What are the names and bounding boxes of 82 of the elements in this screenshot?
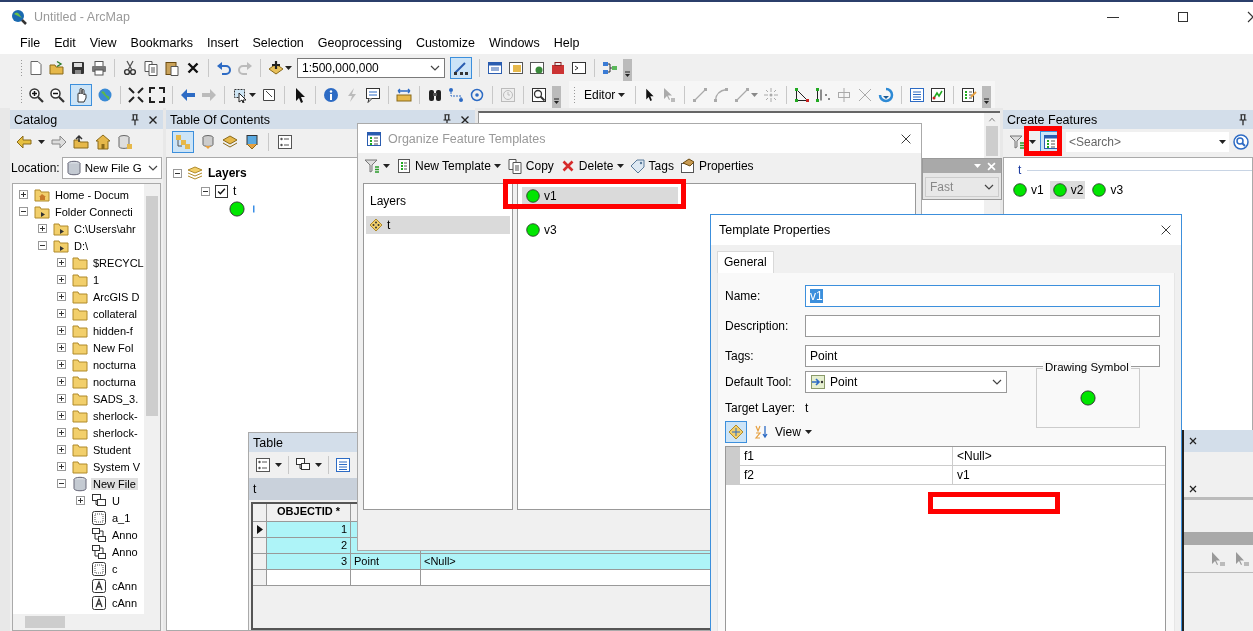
window-title: Template Properties [719,223,832,237]
pane-title: Catalog [14,112,59,127]
tree-item[interactable]: cAnn [110,579,140,592]
tree-item[interactable]: nocturna [91,358,138,371]
group-heading: t [1018,163,1022,177]
field-label: Target Layer: [725,401,797,415]
toolbar-button[interactable]: New Template [396,158,501,174]
attribute-value[interactable]: <Null> [957,449,992,463]
window-title: Table [253,435,283,450]
tree-item[interactable]: Student [91,443,133,456]
group-label: Drawing Symbol [1043,361,1131,373]
menu-item[interactable]: Geoprocessing [310,36,409,50]
tree-item[interactable]: sherlock- [91,426,140,439]
window-title: Organize Feature Templates [388,131,547,146]
field-label: Tags: [725,349,755,363]
tree-item[interactable]: Anno [110,545,140,558]
field-value: t [805,401,810,415]
tree-item[interactable]: sherlock- [91,409,140,422]
layer-group-name[interactable]: Layers [208,166,247,180]
attribute-name: f1 [743,448,755,465]
toolbar-button[interactable]: Tags [629,158,674,174]
toolbar-button[interactable]: Properties [679,158,754,174]
template-item[interactable]: v1 [1010,181,1046,199]
table-tab[interactable]: t [253,482,257,496]
template-item[interactable]: v2 [1049,181,1086,199]
toolbar-button[interactable]: Copy [506,158,554,174]
menu-item[interactable]: Help [546,36,587,50]
tree-item[interactable]: System V [91,460,143,473]
tree-item[interactable]: 1 [91,273,102,286]
tree-item[interactable]: c [110,562,120,575]
template-item[interactable]: v1 [522,187,678,204]
scale-field[interactable]: 1:500,000,000 [297,57,445,78]
location-field[interactable]: New File G [61,157,162,179]
column-header[interactable]: OBJECTID * [267,504,351,522]
template-item[interactable]: v3 [1089,181,1126,199]
location-label: Location: [11,161,60,175]
tree-item[interactable]: Anno [110,528,140,541]
menu-item[interactable]: Windows [481,36,547,50]
tree-item[interactable]: Home - Docum [53,188,131,201]
layer-name[interactable]: t [233,184,237,198]
menu-item[interactable]: Insert [200,36,246,50]
toolbar-button[interactable]: Delete [559,158,624,174]
tree-item[interactable]: D:\ [72,239,91,252]
menu-item[interactable]: File [13,36,48,50]
menu-item[interactable]: Edit [47,36,83,50]
tree-item[interactable]: hidden-f [91,324,135,337]
table-cell: Point [351,554,421,570]
table-cell: 1 [267,522,351,538]
view-menu[interactable]: View [775,425,812,439]
template-item[interactable]: v3 [522,221,678,238]
attribute-value[interactable]: v1 [957,468,970,482]
tree-item[interactable]: $RECYCL [91,256,146,269]
tree-item[interactable]: U [110,494,122,507]
layer-item[interactable]: t [366,216,510,234]
editor-menu[interactable]: Editor [581,87,629,102]
window-title: Untitled - ArcMap [34,10,131,24]
tree-item[interactable]: Folder Connecti [53,205,135,218]
tree-item[interactable]: New Fol [91,341,136,354]
tab[interactable]: General [717,251,774,273]
tree-item[interactable]: New File [91,477,138,490]
menu-item[interactable]: Selection [245,36,311,50]
tree-item[interactable]: nocturna [91,375,138,388]
tree-item[interactable]: cAnn [110,596,140,609]
table-cell: 2 [267,538,351,554]
field-label: Default Tool: [725,375,793,389]
pane-title: Table Of Contents [170,112,272,127]
pane-title: Create Features [1007,112,1099,127]
tree-item[interactable]: SADS_3. [91,392,141,405]
tree-item[interactable]: a_1 [110,511,133,524]
table-cell: 3 [267,554,351,570]
tool-dropdown[interactable]: Point [805,371,1007,393]
field-label: Name: [725,289,762,303]
tree-item[interactable]: collateral [91,307,140,320]
menu-item[interactable]: Customize [408,36,482,50]
attribute-name: f2 [743,467,755,484]
list-heading: Layers [369,193,408,210]
tree-item[interactable]: ArcGIS D [91,290,142,303]
menu-item[interactable]: View [82,36,124,50]
field-label: Description: [725,319,790,333]
search-field[interactable]: <Search> [1066,132,1229,152]
menu-item[interactable]: Bookmarks [123,36,201,50]
tree-item[interactable]: C:\Users\ahr [72,222,138,235]
